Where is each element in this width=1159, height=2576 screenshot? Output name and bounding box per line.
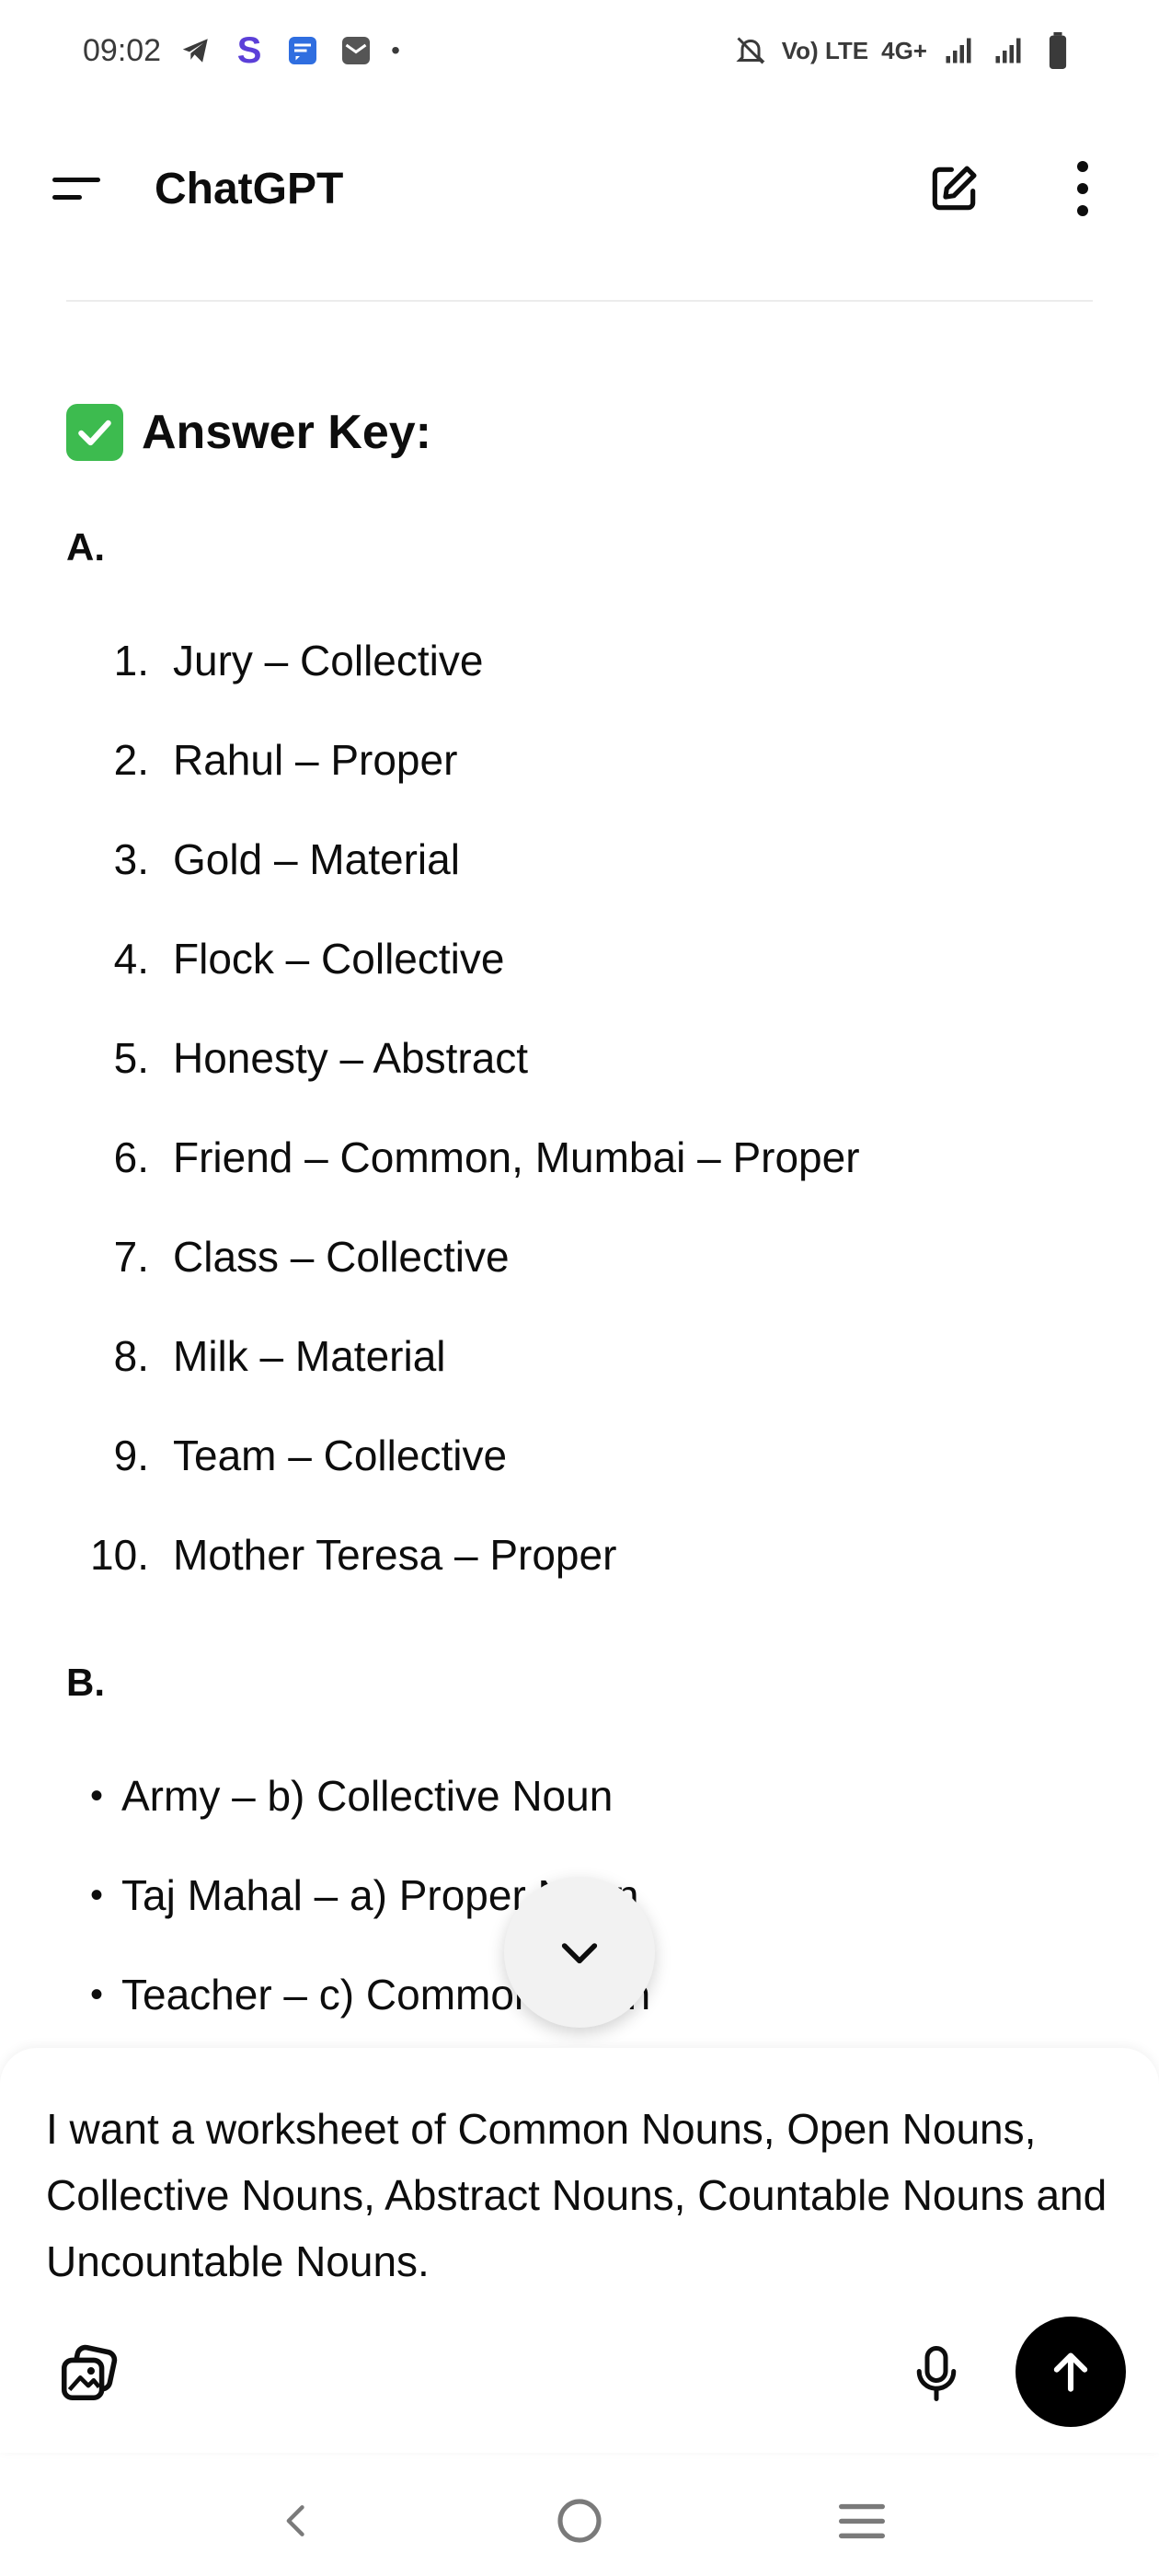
list-item: 8. Milk – Material [66, 1306, 1096, 1406]
chat-scroll-area[interactable]: Answer Key: A. 1. Jury – Collective 2. Rah… [0, 0, 1159, 2052]
bullet: • [89, 1973, 103, 2015]
recents-icon [838, 2503, 885, 2539]
item-number: 8. [113, 1332, 149, 1380]
list-item: 2. Rahul – Proper [66, 710, 1096, 810]
check-mark-icon [66, 404, 123, 461]
nav-back-button[interactable] [256, 2479, 339, 2562]
scroll-to-bottom-button[interactable] [504, 1877, 655, 2028]
item-text: Friend – Common, Mumbai – Proper [173, 1133, 860, 1181]
list-item: 1. Jury – Collective [66, 611, 1096, 710]
microphone-icon [916, 2346, 957, 2401]
item-text: Honesty – Abstract [173, 1034, 529, 1082]
arrow-up-icon [1053, 2352, 1088, 2392]
list-item: 4. Flock – Collective [66, 909, 1096, 1008]
item-number: 7. [113, 1233, 149, 1281]
answer-key-heading: Answer Key: [66, 386, 1096, 478]
item-text: Army – b) Collective Noun [121, 1772, 614, 1820]
list-item: 9. Team – Collective [66, 1406, 1096, 1505]
item-text: Team – Collective [173, 1432, 508, 1479]
bullet: • [89, 1874, 103, 1915]
nav-recents-button[interactable] [820, 2479, 903, 2562]
send-button[interactable] [1016, 2317, 1126, 2427]
list-item: 3. Gold – Material [66, 810, 1096, 909]
section-b-label: B. [66, 1661, 105, 1704]
section-a-label: A. [66, 525, 105, 569]
item-number: 4. [113, 935, 149, 983]
list-item: 6. Friend – Common, Mumbai – Proper [66, 1108, 1096, 1207]
list-item: 5. Honesty – Abstract [66, 1008, 1096, 1108]
bullet: • [89, 1775, 103, 1816]
item-number: 3. [113, 835, 149, 883]
item-text: Mother Teresa – Proper [173, 1531, 617, 1579]
item-number: 10. [90, 1531, 149, 1579]
item-number: 1. [113, 637, 149, 684]
image-gallery-icon [61, 2344, 118, 2401]
section-a-list: 1. Jury – Collective 2. Rahul – Proper 3. G… [66, 611, 1096, 1604]
voice-input-button[interactable] [900, 2337, 973, 2410]
list-item: 10. Mother Teresa – Proper [66, 1505, 1096, 1604]
item-number: 5. [113, 1034, 149, 1082]
home-icon [557, 2499, 602, 2543]
item-text: Gold – Material [173, 835, 460, 883]
item-number: 9. [113, 1432, 149, 1479]
item-text: Rahul – Proper [173, 736, 458, 784]
assistant-message: Answer Key: A. 1. Jury – Collective 2. Rah… [66, 386, 1096, 2044]
answer-key-title: Answer Key: [142, 406, 431, 459]
system-nav-bar [0, 2466, 1159, 2576]
back-icon [286, 2505, 305, 2536]
attach-image-button[interactable] [52, 2337, 125, 2410]
item-text: Jury – Collective [173, 637, 484, 684]
item-number: 6. [113, 1133, 149, 1181]
item-text: Milk – Material [173, 1332, 446, 1380]
item-text: Class – Collective [173, 1233, 510, 1281]
list-item: • Army – b) Collective Noun [66, 1746, 1096, 1846]
item-text: Flock – Collective [173, 935, 505, 983]
message-input[interactable]: I want a worksheet of Common Nouns, Open… [46, 2096, 1113, 2294]
list-item: 7. Class – Collective [66, 1207, 1096, 1306]
chevron-down-icon [561, 1943, 598, 1964]
message-composer: I want a worksheet of Common Nouns, Open… [0, 2048, 1159, 2453]
nav-home-button[interactable] [538, 2479, 621, 2562]
item-number: 2. [113, 736, 149, 784]
